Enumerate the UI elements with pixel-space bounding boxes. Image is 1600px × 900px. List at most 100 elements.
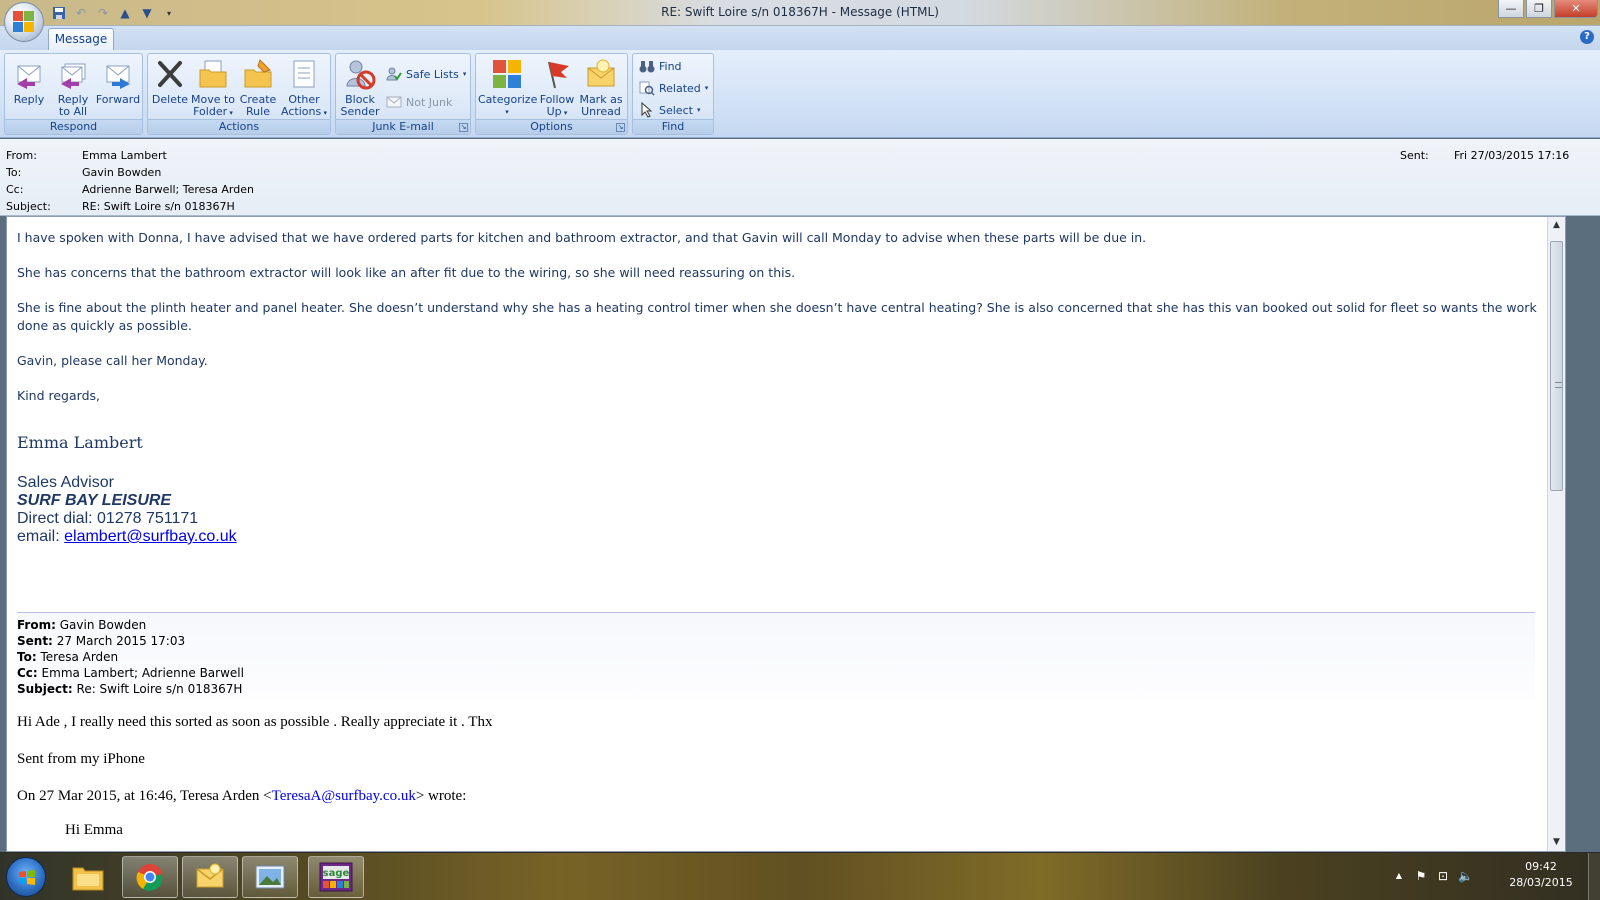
quoted-line: Hi Ade , I really need this sorted as so… xyxy=(17,714,493,730)
forward-icon xyxy=(102,58,134,90)
close-button[interactable]: ✕ xyxy=(1554,0,1598,18)
folder-icon xyxy=(197,58,229,90)
not-junk-icon xyxy=(386,94,402,110)
action-center-flag-icon[interactable]: ⚑ xyxy=(1414,869,1428,883)
delete-button[interactable]: Delete xyxy=(150,56,190,120)
body-paragraph: She is fine about the plinth heater and … xyxy=(17,300,1537,333)
recipient-name[interactable]: Gavin Bowden xyxy=(82,166,161,182)
office-logo-icon xyxy=(13,11,35,33)
start-button[interactable] xyxy=(6,857,46,897)
quoted-message: From: Gavin Bowden Sent: 27 March 2015 1… xyxy=(17,612,1535,839)
flag-icon xyxy=(541,58,573,90)
header-from-row: From: Emma Lambert xyxy=(6,149,167,165)
clock[interactable]: 09:42 28/03/2015 xyxy=(1506,859,1576,891)
sent-date: Fri 27/03/2015 17:16 xyxy=(1454,149,1570,162)
show-hidden-icons-icon[interactable]: ▲ xyxy=(1392,869,1406,883)
block-sender-button[interactable]: Block Sender xyxy=(338,56,382,120)
quoted-email-link[interactable]: TeresaA@surfbay.co.uk xyxy=(272,788,416,804)
options-launcher[interactable]: ↘ xyxy=(616,123,625,132)
cc-recipients[interactable]: Adrienne Barwell; Teresa Arden xyxy=(82,183,254,199)
actions-group-label: Actions xyxy=(148,119,330,134)
sender-name[interactable]: Emma Lambert xyxy=(82,149,167,165)
related-icon xyxy=(639,80,655,96)
find-group: Find Related ▾ Select ▾ Find xyxy=(632,53,714,135)
show-desktop-button[interactable] xyxy=(1588,853,1600,900)
reply-button[interactable]: Reply xyxy=(9,56,49,120)
junk-email-options-launcher[interactable]: ↘ xyxy=(459,123,468,132)
ribbon: Reply Reply to All Forward Respond Delet… xyxy=(0,50,1600,138)
network-icon[interactable]: ⊡ xyxy=(1436,869,1450,883)
quoted-to: Teresa Arden xyxy=(40,650,119,664)
vertical-scrollbar[interactable]: ▲ ▼ xyxy=(1547,217,1565,851)
office-button[interactable] xyxy=(4,2,44,42)
window-title: RE: Swift Loire s/n 018367H - Message (H… xyxy=(661,5,939,19)
related-button[interactable]: Related ▾ xyxy=(639,78,708,98)
dropdown-arrow-icon: ▾ xyxy=(505,108,509,116)
options-group-label: Options xyxy=(476,119,627,134)
volume-icon[interactable]: 🔈 xyxy=(1458,869,1473,883)
help-icon[interactable]: ? xyxy=(1580,30,1594,44)
signature-title: Sales Advisor xyxy=(17,474,114,491)
quoted-header: From: Gavin Bowden Sent: 27 March 2015 1… xyxy=(17,613,1535,701)
clock-date: 28/03/2015 xyxy=(1509,876,1573,889)
signature-email-link[interactable]: elambert@surfbay.co.uk xyxy=(64,528,236,545)
title-bar: ↶ ↷ ▲ ▼ ▾ RE: Swift Loire s/n 018367H - … xyxy=(0,0,1600,26)
minimize-button[interactable]: — xyxy=(1498,0,1524,18)
create-rule-button[interactable]: Create Rule xyxy=(236,56,280,120)
tab-message[interactable]: Message xyxy=(48,28,114,50)
quoted-from: Gavin Bowden xyxy=(59,618,147,632)
signature-name: Emma Lambert xyxy=(17,433,143,452)
message-body[interactable]: I have spoken with Donna, I have advised… xyxy=(6,216,1566,852)
categorize-icon xyxy=(491,58,523,90)
quoted-subject: Re: Swift Loire s/n 018367H xyxy=(76,682,243,696)
find-button[interactable]: Find xyxy=(639,56,682,76)
restore-button[interactable]: ❐ xyxy=(1526,0,1552,18)
taskbar-file-explorer[interactable] xyxy=(60,856,116,898)
safe-lists-icon xyxy=(386,66,402,82)
reply-all-button[interactable]: Reply to All xyxy=(53,56,93,120)
mark-unread-icon xyxy=(585,58,617,90)
scroll-down-arrow-icon[interactable]: ▼ xyxy=(1548,834,1565,851)
taskbar-sage[interactable]: sage xyxy=(308,856,364,898)
quoted-wrote-line: On 27 Mar 2015, at 16:46, Teresa Arden <… xyxy=(17,788,467,804)
grip-icon xyxy=(1555,382,1562,388)
follow-up-button[interactable]: Follow Up ▾ xyxy=(536,56,578,120)
mark-as-unread-button[interactable]: Mark as Unread xyxy=(578,56,624,120)
not-junk-button[interactable]: Not Junk xyxy=(386,92,452,112)
body-paragraph: I have spoken with Donna, I have advised… xyxy=(17,230,1147,245)
signature-company: SURF BAY LEISURE xyxy=(17,492,172,509)
binoculars-icon xyxy=(639,58,655,74)
respond-group: Reply Reply to All Forward Respond xyxy=(4,53,143,135)
other-actions-icon xyxy=(288,58,320,90)
outlook-icon xyxy=(196,863,224,888)
move-to-folder-button[interactable]: Move to Folder ▾ xyxy=(190,56,236,120)
folder-icon xyxy=(72,867,104,891)
signature-email-row: email: elambert@surfbay.co.uk xyxy=(17,528,237,545)
dropdown-arrow-icon: ▾ xyxy=(227,109,233,117)
header-subject-row: Subject: RE: Swift Loire s/n 018367H xyxy=(6,200,235,216)
quoted-sent: 27 March 2015 17:03 xyxy=(56,634,186,648)
categorize-button[interactable]: Categorize ▾ xyxy=(478,56,537,120)
forward-button[interactable]: Forward xyxy=(95,56,141,120)
actions-group: Delete Move to Folder ▾ Create Rule Othe… xyxy=(147,53,331,135)
body-paragraph: Gavin, please call her Monday. xyxy=(17,353,208,368)
system-tray: ▲ ⚑ ⊡ 🔈 09:42 28/03/2015 xyxy=(1380,853,1600,900)
other-actions-button[interactable]: Other Actions ▾ xyxy=(280,56,328,120)
scrollbar-thumb[interactable] xyxy=(1550,241,1563,491)
safe-lists-button[interactable]: Safe Lists ▾ xyxy=(386,64,466,84)
dropdown-arrow-icon: ▾ xyxy=(561,109,568,117)
body-paragraph: Kind regards, xyxy=(17,388,100,403)
taskbar-outlook[interactable] xyxy=(182,856,238,898)
quoted-cc: Emma Lambert; Adrienne Barwell xyxy=(41,666,244,680)
body-paragraph: She has concerns that the bathroom extra… xyxy=(17,265,796,280)
junk-email-group: Block Sender Safe Lists ▾ Not Junk Junk … xyxy=(335,53,471,135)
header-sent-row: Sent: Fri 27/03/2015 17:16 xyxy=(1400,149,1570,162)
select-button[interactable]: Select ▾ xyxy=(639,100,700,120)
message-content: I have spoken with Donna, I have advised… xyxy=(17,229,1537,546)
dropdown-arrow-icon: ▾ xyxy=(696,106,701,114)
reply-all-icon xyxy=(57,58,89,90)
scroll-up-arrow-icon[interactable]: ▲ xyxy=(1548,217,1565,234)
quoted-greeting: Hi Emma xyxy=(65,822,123,838)
taskbar-photo-viewer[interactable] xyxy=(242,856,298,898)
taskbar-chrome[interactable] xyxy=(122,856,178,898)
